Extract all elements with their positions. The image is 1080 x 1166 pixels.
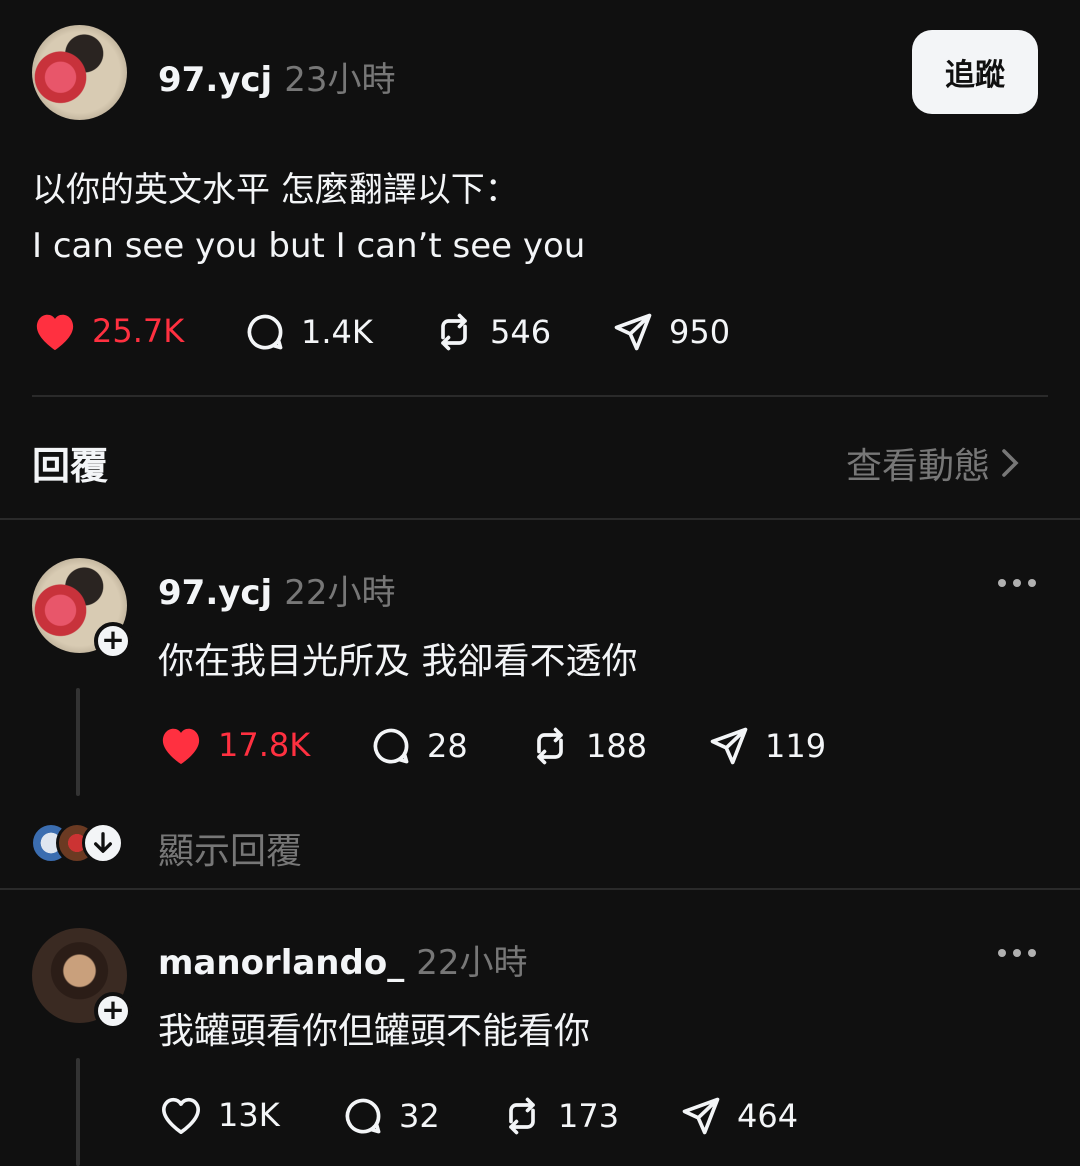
comment-count: 1.4K [301, 313, 373, 351]
author-avatar[interactable] [32, 25, 127, 120]
post-username[interactable]: 97.ycj [158, 60, 272, 100]
repost-count: 546 [490, 313, 552, 351]
comment-icon [373, 728, 409, 764]
repost-button[interactable]: 546 [432, 310, 551, 354]
follow-button[interactable]: 追蹤 [912, 30, 1038, 114]
reply-comment-button[interactable]: 32 [341, 1094, 440, 1138]
more-icon[interactable] [998, 949, 1036, 957]
follow-plus-icon[interactable]: + [94, 622, 132, 660]
reply-header: manorlando_ 22小時 [158, 935, 527, 984]
reply-share-button[interactable]: 464 [679, 1094, 798, 1138]
comment-button[interactable]: 1.4K [243, 310, 373, 354]
divider [0, 888, 1080, 890]
repost-count: 188 [586, 727, 648, 765]
reply-repost-button[interactable]: 188 [528, 724, 647, 768]
post-time: 23小時 [284, 60, 396, 100]
share-count: 119 [765, 727, 827, 765]
comment-icon [247, 314, 283, 350]
post-header: 97.ycj 23小時 [158, 52, 395, 101]
repost-icon [537, 727, 563, 765]
more-icon[interactable] [998, 579, 1036, 587]
show-replies-link[interactable]: 顯示回覆 [158, 822, 302, 874]
like-count: 17.8K [218, 726, 311, 764]
like-count: 13K [218, 1096, 280, 1134]
reply-username[interactable]: manorlando_ [158, 943, 404, 983]
comment-count: 28 [427, 727, 468, 765]
heart-icon [162, 1097, 200, 1134]
post-text-line2: I can see you but I can’t see you [32, 226, 586, 266]
replier-avatars[interactable] [30, 822, 140, 866]
reply-share-button[interactable]: 119 [707, 724, 826, 768]
heart-icon [36, 314, 74, 351]
reply-text: 你在我目光所及 我卻看不透你 [158, 641, 638, 682]
like-count: 25.7K [92, 312, 185, 350]
share-count: 464 [737, 1097, 799, 1135]
reply-username[interactable]: 97.ycj [158, 573, 272, 613]
thread-line [76, 1058, 80, 1166]
reply-text: 我罐頭看你但罐頭不能看你 [158, 1011, 591, 1052]
share-count: 950 [669, 313, 731, 351]
share-button[interactable]: 950 [611, 310, 730, 354]
reply-like-button[interactable]: 13K [158, 1094, 280, 1136]
post-body: 以你的英文水平 怎麼翻譯以下： I can see you but I can’… [32, 162, 585, 274]
follow-plus-icon[interactable]: + [94, 992, 132, 1030]
comment-count: 32 [399, 1097, 440, 1135]
post-text-line1: 以你的英文水平 怎麼翻譯以下： [32, 170, 519, 210]
divider [0, 518, 1080, 520]
reply-header: 97.ycj 22小時 [158, 565, 395, 614]
repost-count: 173 [558, 1097, 620, 1135]
share-icon [614, 313, 652, 351]
repost-icon [441, 313, 467, 351]
reply-time: 22小時 [416, 943, 528, 983]
view-activity-link[interactable]: 查看動態 [846, 437, 1020, 489]
heart-icon [162, 728, 200, 765]
thread-line [76, 688, 80, 796]
reply-time: 22小時 [284, 573, 396, 613]
replies-title: 回覆 [32, 444, 109, 488]
reply-like-button[interactable]: 17.8K [158, 724, 310, 766]
repost-icon [509, 1097, 535, 1135]
view-activity-label: 查看動態 [846, 446, 991, 487]
share-icon [710, 727, 748, 765]
share-icon [682, 1097, 720, 1135]
like-button[interactable]: 25.7K [32, 310, 184, 352]
chevron-right-icon [1002, 449, 1019, 477]
comment-icon [345, 1098, 381, 1134]
divider [32, 395, 1048, 397]
reply-comment-button[interactable]: 28 [369, 724, 468, 768]
arrow-down-icon [82, 822, 124, 864]
reply-repost-button[interactable]: 173 [500, 1094, 619, 1138]
